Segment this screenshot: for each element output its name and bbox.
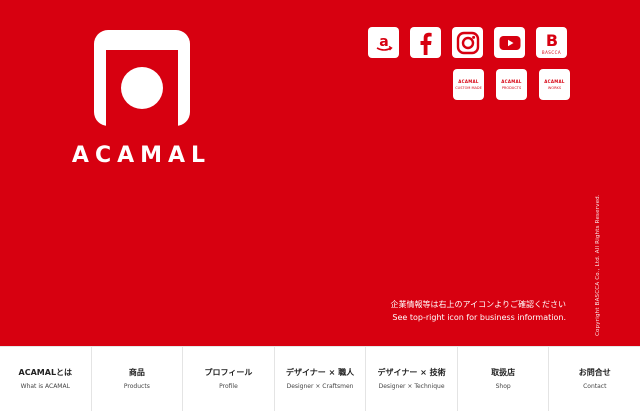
facebook-link[interactable]: [410, 27, 441, 58]
nav-label-jp: 商品: [128, 368, 145, 377]
nav-label-jp: デザイナー × 職人: [285, 368, 355, 377]
logo-wordmark[interactable]: ACAMAL: [64, 144, 219, 168]
nav-label-en: Contact: [583, 383, 607, 390]
sub-link-logo: ACAMAL: [458, 79, 479, 84]
youtube-icon: [499, 35, 520, 50]
info-text-en: See top-right icon for business informat…: [392, 313, 566, 322]
sub-link-label: CUSTOM MADE: [455, 86, 482, 90]
nav-item-designer-technique[interactable]: デザイナー × 技術 Designer × Technique: [366, 347, 458, 411]
bascca-icon: B: [545, 31, 557, 50]
nav-label-en: Shop: [495, 383, 511, 390]
hero-section: ACAMAL a B BASCCA ACAMAL CUSTOM MADE ACA…: [0, 0, 640, 346]
nav-label-jp: ACAMALとは: [18, 368, 73, 377]
facebook-icon: [420, 32, 432, 55]
nav-label-jp: プロフィール: [204, 368, 253, 377]
sub-link-label: WORKS: [547, 86, 562, 90]
bottom-nav: ACAMALとは What is ACAMAL 商品 Products プロフィ…: [0, 346, 640, 411]
business-info-note: 企業情報等は右上のアイコンよりご確認ください See top-right ico…: [391, 298, 566, 324]
bascca-link[interactable]: B BASCCA: [536, 27, 567, 58]
copyright-text: Copyright BASCCA Co., Ltd. All Rights Re…: [595, 194, 601, 336]
nav-label-en: Profile: [219, 383, 238, 390]
info-text-jp: 企業情報等は右上のアイコンよりご確認ください: [390, 300, 566, 309]
svg-text:a: a: [379, 34, 388, 50]
nav-label-jp: 取扱店: [491, 368, 516, 377]
nav-item-designer-craftsmen[interactable]: デザイナー × 職人 Designer × Craftsmen: [275, 347, 367, 411]
custom-made-link[interactable]: ACAMAL CUSTOM MADE: [453, 69, 484, 100]
nav-label-jp: デザイナー × 技術: [377, 368, 446, 377]
nav-label-en: Products: [123, 383, 150, 390]
instagram-icon: [456, 31, 479, 54]
sub-link-logo: ACAMAL: [501, 79, 522, 84]
social-links: a B BASCCA: [368, 27, 567, 58]
nav-label-en: Designer × Technique: [378, 383, 445, 390]
sub-links: ACAMAL CUSTOM MADE ACAMAL PRODUCTS ACAMA…: [453, 69, 570, 100]
sub-link-label: PRODUCTS: [501, 86, 522, 90]
amazon-link[interactable]: a: [368, 27, 399, 58]
nav-item-about[interactable]: ACAMALとは What is ACAMAL: [0, 347, 92, 411]
bascca-label: BASCCA: [541, 50, 562, 55]
products-link[interactable]: ACAMAL PRODUCTS: [496, 69, 527, 100]
nav-label-en: What is ACAMAL: [20, 383, 70, 390]
svg-text:B: B: [545, 31, 557, 50]
acamal-mark-icon: [94, 30, 190, 126]
nav-label-en: Designer × Craftsmen: [286, 383, 354, 390]
nav-item-products[interactable]: 商品 Products: [92, 347, 184, 411]
nav-item-profile[interactable]: プロフィール Profile: [183, 347, 275, 411]
nav-item-contact[interactable]: お問合せ Contact: [549, 347, 640, 411]
nav-item-shop[interactable]: 取扱店 Shop: [458, 347, 550, 411]
sub-link-logo: ACAMAL: [544, 79, 565, 84]
instagram-link[interactable]: [452, 27, 483, 58]
amazon-icon: a: [376, 34, 393, 51]
works-link[interactable]: ACAMAL WORKS: [539, 69, 570, 100]
nav-label-jp: お問合せ: [578, 368, 611, 377]
youtube-link[interactable]: [494, 27, 525, 58]
